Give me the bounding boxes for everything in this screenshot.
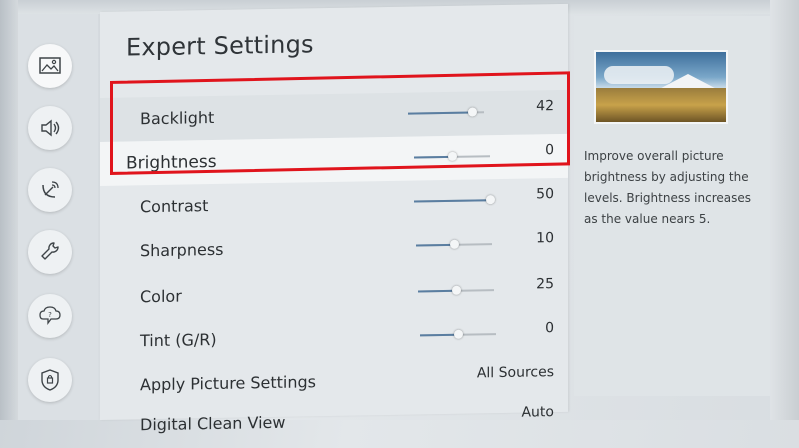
slider-knob[interactable] <box>454 329 463 339</box>
nav-privacy[interactable] <box>28 358 72 402</box>
preview-image <box>594 50 728 124</box>
expert-settings-panel: Expert Settings Backlight 42 Brightness … <box>100 3 568 434</box>
nav-general[interactable] <box>28 230 72 274</box>
slider-fill <box>414 199 490 203</box>
setting-label: Tint (G/R) <box>140 329 217 351</box>
slider-fill <box>416 243 454 247</box>
support-icon: ? <box>39 306 61 325</box>
slider-fill <box>418 289 456 293</box>
setting-value: Auto <box>521 404 554 421</box>
sound-icon <box>41 119 60 137</box>
slider-fill <box>420 333 458 337</box>
setting-digital-clean-view[interactable]: Digital Clean View Auto <box>100 396 568 448</box>
contrast-slider[interactable] <box>414 195 495 205</box>
slider-knob[interactable] <box>450 239 459 249</box>
setting-description: Improve overall picture brightness by ad… <box>584 149 751 226</box>
screen-left-edge <box>0 0 18 420</box>
svg-text:?: ? <box>48 311 52 319</box>
selection-highlight-box <box>110 71 570 175</box>
color-slider[interactable] <box>418 285 494 295</box>
nav-support[interactable]: ? <box>28 294 72 338</box>
slider-knob[interactable] <box>452 285 461 295</box>
setting-value: 0 <box>545 320 554 337</box>
setting-value: 10 <box>536 230 554 247</box>
setting-label: Sharpness <box>140 239 224 261</box>
wrench-icon <box>41 242 59 260</box>
setting-value: 25 <box>536 276 554 293</box>
setting-label: Digital Clean View <box>140 412 286 435</box>
broadcasting-icon <box>42 181 59 198</box>
tint-slider[interactable] <box>420 329 496 339</box>
nav-sound[interactable] <box>28 106 72 150</box>
sharpness-slider[interactable] <box>416 239 492 249</box>
setting-value: All Sources <box>476 364 554 382</box>
setting-label: Color <box>140 286 182 307</box>
screen-right-edge <box>770 0 799 420</box>
settings-nav: ? <box>18 14 98 420</box>
setting-sharpness[interactable]: Sharpness 10 <box>100 222 568 274</box>
setting-value: 50 <box>536 186 554 203</box>
slider-knob[interactable] <box>486 195 495 205</box>
shield-icon <box>41 369 59 391</box>
info-panel: Improve overall picture brightness by ad… <box>574 16 770 396</box>
page-title: Expert Settings <box>126 30 314 62</box>
nav-picture[interactable] <box>28 44 72 88</box>
setting-label: Apply Picture Settings <box>140 372 316 395</box>
nav-broadcasting[interactable] <box>28 168 72 212</box>
setting-label: Contrast <box>140 196 209 217</box>
picture-icon <box>39 57 61 74</box>
